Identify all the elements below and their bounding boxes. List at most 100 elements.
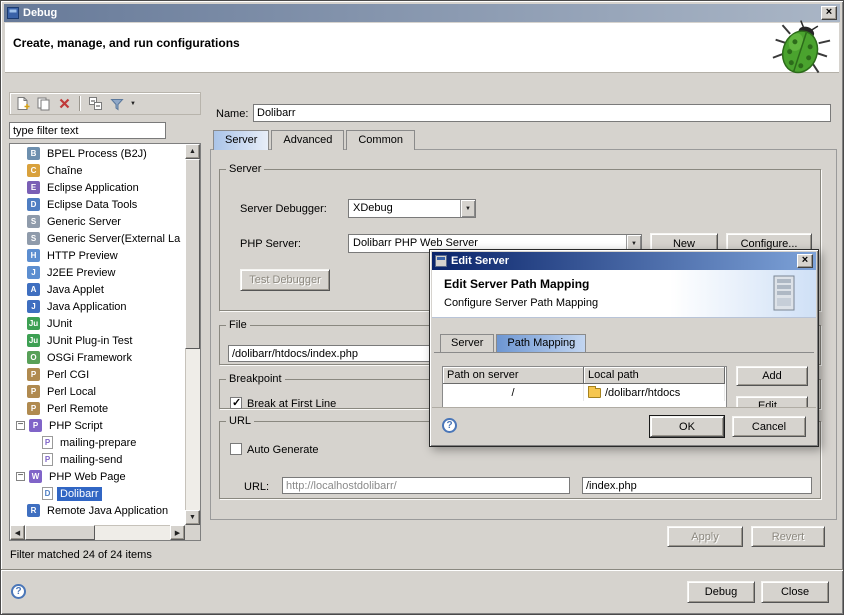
server-group-legend: Server xyxy=(226,163,264,175)
tree-item[interactable]: Pmailing-send xyxy=(10,451,185,468)
ok-button[interactable]: OK xyxy=(650,416,724,437)
cancel-button[interactable]: Cancel xyxy=(732,416,806,437)
tree-item[interactable]: SGeneric Server(External La xyxy=(10,230,185,247)
tree-item[interactable]: RRemote Java Application xyxy=(10,502,185,519)
column-header-local-path[interactable]: Local path xyxy=(584,367,725,384)
folder-icon xyxy=(588,388,601,398)
edit-server-close-button[interactable]: × xyxy=(797,254,813,268)
tree-item[interactable]: JuJUnit xyxy=(10,315,185,332)
delete-configuration-button[interactable] xyxy=(55,95,74,113)
collapse-expander-icon[interactable]: − xyxy=(16,472,25,481)
url-path-input[interactable] xyxy=(582,477,812,494)
edit-server-title: Edit Server xyxy=(451,255,797,267)
tree-item[interactable]: HHTTP Preview xyxy=(10,247,185,264)
break-at-first-line-checkbox[interactable] xyxy=(230,397,242,409)
edit-server-banner: Edit Server Path Mapping Configure Serve… xyxy=(432,270,816,318)
chevron-down-icon[interactable]: ▼ xyxy=(460,200,475,217)
tree-item[interactable]: JuJUnit Plug-in Test xyxy=(10,332,185,349)
tree-horizontal-scrollbar[interactable]: ◀ ▶ xyxy=(10,525,185,540)
tree-item[interactable]: −PPHP Script xyxy=(10,417,185,434)
tree-item-label: Generic Server xyxy=(44,215,124,229)
window-close-button[interactable]: × xyxy=(821,6,837,20)
name-input[interactable] xyxy=(253,104,831,122)
tree-item[interactable]: J J2EE Preview xyxy=(10,264,185,281)
perl-local-icon: P xyxy=(27,385,40,398)
expander-spacer xyxy=(15,352,27,364)
mapping-row[interactable]: //dolibarr/htdocs xyxy=(443,384,726,401)
tree-item[interactable]: CChaîne xyxy=(10,162,185,179)
tree-vertical-scrollbar[interactable]: ▲ ▼ xyxy=(185,144,200,525)
scroll-down-icon[interactable]: ▼ xyxy=(185,510,200,525)
edit-server-tab-bar: Server Path Mapping xyxy=(440,334,588,352)
horizontal-scroll-thumb[interactable] xyxy=(25,525,95,540)
tree-item[interactable]: AJava Applet xyxy=(10,281,185,298)
filter-input[interactable] xyxy=(9,122,166,139)
filter-launch-configurations-button[interactable] xyxy=(107,95,126,113)
tree-item[interactable]: −WPHP Web Page xyxy=(10,468,185,485)
tree-item[interactable]: BBPEL Process (B2J) xyxy=(10,145,185,162)
duplicate-configuration-button[interactable] xyxy=(34,95,53,113)
config-tab-bar: Server Advanced Common xyxy=(213,130,417,150)
breakpoint-group-legend: Breakpoint xyxy=(226,373,285,385)
generic-server-external-icon: S xyxy=(27,232,40,245)
perl-cgi-icon: P xyxy=(27,368,40,381)
tree-item-label: Eclipse Data Tools xyxy=(44,198,140,212)
tree-item[interactable]: DEclipse Data Tools xyxy=(10,196,185,213)
tree-item-label: Java Applet xyxy=(44,283,107,297)
tree-item[interactable]: DDolibarr xyxy=(10,485,185,502)
scroll-left-icon[interactable]: ◀ xyxy=(10,525,25,540)
tree-item[interactable]: PPerl CGI xyxy=(10,366,185,383)
configurations-tree-panel: BBPEL Process (B2J)CChaîneEEclipse Appli… xyxy=(9,143,201,541)
apply-button[interactable]: Apply xyxy=(667,526,743,547)
dialog-help-button[interactable]: ? xyxy=(442,418,457,433)
server-image xyxy=(768,274,800,314)
tree-indent xyxy=(10,442,30,443)
auto-generate-checkbox[interactable] xyxy=(230,443,242,455)
tree-item[interactable]: PPerl Local xyxy=(10,383,185,400)
tree-item[interactable]: JJava Application xyxy=(10,298,185,315)
debug-button[interactable]: Debug xyxy=(687,581,755,603)
add-mapping-button[interactable]: Add xyxy=(736,366,808,386)
j2ee-preview-icon: J xyxy=(27,266,40,279)
column-header-path-on-server[interactable]: Path on server xyxy=(443,367,584,384)
filter-menu-arrow-icon[interactable]: ▼ xyxy=(128,101,138,107)
tree-item-label: PHP Script xyxy=(46,419,106,433)
expander-spacer xyxy=(15,199,27,211)
mailing-prepare-icon: P xyxy=(42,436,53,449)
edit-server-titlebar[interactable]: Edit Server × xyxy=(432,252,816,270)
collapse-expander-icon[interactable]: − xyxy=(16,421,25,430)
tab-server-settings[interactable]: Server xyxy=(440,334,494,352)
help-button[interactable]: ? xyxy=(11,584,26,599)
test-debugger-button[interactable]: Test Debugger xyxy=(240,269,330,291)
expander-spacer xyxy=(15,250,27,262)
window-titlebar[interactable]: Debug × xyxy=(4,4,840,22)
url-base-input[interactable] xyxy=(282,477,570,494)
server-debugger-combo[interactable]: XDebug ▼ xyxy=(348,199,476,218)
tree-indent xyxy=(10,476,15,477)
tree-item-label: Chaîne xyxy=(44,164,85,178)
tree-item[interactable]: PPerl Remote xyxy=(10,400,185,417)
collapse-all-button[interactable] xyxy=(86,95,105,113)
close-button[interactable]: Close xyxy=(761,581,829,603)
edit-server-tabline xyxy=(434,352,814,353)
new-configuration-button[interactable] xyxy=(13,95,32,113)
tab-server[interactable]: Server xyxy=(213,130,269,150)
tree-item[interactable]: OOSGi Framework xyxy=(10,349,185,366)
filter-status-text: Filter matched 24 of 24 items xyxy=(10,549,152,561)
tree-item[interactable]: SGeneric Server xyxy=(10,213,185,230)
edit-server-window-icon xyxy=(435,255,447,267)
scroll-up-icon[interactable]: ▲ xyxy=(185,144,200,159)
vertical-scroll-thumb[interactable] xyxy=(185,159,200,349)
tab-advanced[interactable]: Advanced xyxy=(271,130,344,150)
expander-spacer xyxy=(15,165,27,177)
tree-item[interactable]: EEclipse Application xyxy=(10,179,185,196)
tree-item-label: J2EE Preview xyxy=(44,266,118,280)
window-icon xyxy=(7,7,19,19)
window-title: Debug xyxy=(23,7,821,19)
expander-spacer xyxy=(15,403,27,415)
revert-button[interactable]: Revert xyxy=(751,526,825,547)
tab-common[interactable]: Common xyxy=(346,130,415,150)
tree-item[interactable]: Pmailing-prepare xyxy=(10,434,185,451)
tab-path-mapping[interactable]: Path Mapping xyxy=(496,334,586,352)
scroll-right-icon[interactable]: ▶ xyxy=(170,525,185,540)
